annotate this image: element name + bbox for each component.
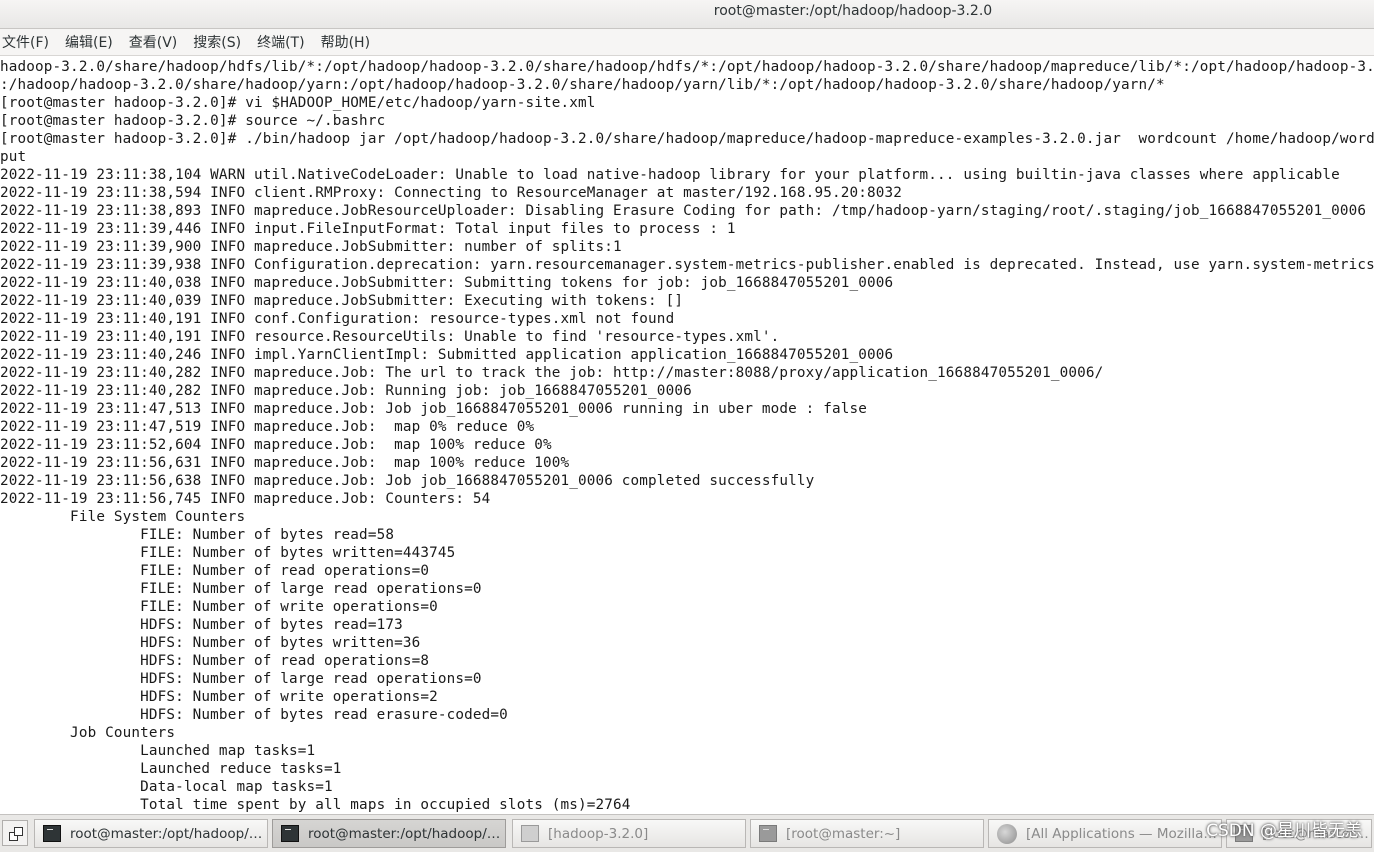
terminal-line: Data-local map tasks=1 [0,779,333,795]
terminal-line: 2022-11-19 23:11:40,191 INFO conf.Config… [0,311,675,327]
terminal-line: 2022-11-19 23:11:40,038 INFO mapreduce.J… [0,275,894,291]
taskbar-item-label: [root@master:~] [786,825,901,842]
firefox-icon [997,823,1017,844]
terminal-line: FILE: Number of bytes read=58 [0,527,395,543]
terminal-line: HDFS: Number of write operations=2 [0,689,438,705]
menubar: 文件(F) 编辑(E) 查看(V) 搜索(S) 终端(T) 帮助(H) [0,29,1374,56]
terminal-line: [root@master hadoop-3.2.0]# source ~/.ba… [0,113,386,129]
folder-icon [521,825,539,842]
terminal-line: 2022-11-19 23:11:40,246 INFO impl.YarnCl… [0,347,894,363]
terminal-line: 2022-11-19 23:11:39,900 INFO mapreduce.J… [0,239,622,255]
taskbar-item-terminal-2[interactable]: root@master:/opt/hadoop/had… [272,819,506,848]
taskbar-item-file-manager[interactable]: [hadoop-3.2.0] [512,819,746,848]
taskbar-item-label: root@master:/opt/hadoop/ha… [70,825,267,842]
terminal-line: 2022-11-19 23:11:38,104 WARN util.Native… [0,167,1340,183]
terminal-line: [root@master hadoop-3.2.0]# ./bin/hadoop… [0,131,1374,147]
terminal-line: 2022-11-19 23:11:56,638 INFO mapreduce.J… [0,473,815,489]
terminal-line: 2022-11-19 23:11:47,513 INFO mapreduce.J… [0,401,867,417]
terminal-line: 2022-11-19 23:11:47,519 INFO mapreduce.J… [0,419,535,435]
terminal-line: File System Counters [0,509,246,525]
terminal-icon [43,825,61,842]
taskbar-item-terminal-1[interactable]: root@master:/opt/hadoop/ha… [34,819,268,848]
terminal-line: 2022-11-19 23:11:40,191 INFO resource.Re… [0,329,780,345]
terminal-line: 2022-11-19 23:11:52,604 INFO mapreduce.J… [0,437,552,453]
terminal-icon [759,825,777,842]
terminal-line: Job Counters [0,725,176,741]
window-stack-icon-front [14,827,23,836]
terminal-line: 2022-11-19 23:11:56,745 INFO mapreduce.J… [0,491,491,507]
terminal-line: 2022-11-19 23:11:56,631 INFO mapreduce.J… [0,455,570,471]
menu-help[interactable]: 帮助(H) [319,32,378,52]
terminal-line: 2022-11-19 23:11:39,446 INFO input.FileI… [0,221,736,237]
terminal-line: FILE: Number of read operations=0 [0,563,430,579]
terminal-line: FILE: Number of bytes written=443745 [0,545,456,561]
menu-file[interactable]: 文件(F) [0,32,57,52]
terminal-line: Total time spent by all maps in occupied… [0,797,631,813]
taskbar-item-label: [hadoop-3.2.0] [548,825,649,842]
terminal-line: :/hadoop/hadoop-3.2.0/share/hadoop/yarn:… [0,77,1165,93]
taskbar-item-label: [All Applications — Mozilla Fi… [1026,825,1221,842]
taskbar: root@master:/opt/hadoop/ha… root@master:… [0,814,1374,852]
menu-terminal[interactable]: 终端(T) [255,32,312,52]
terminal-line: Launched reduce tasks=1 [0,761,342,777]
taskbar-item-firefox[interactable]: [All Applications — Mozilla Fi… [988,819,1222,848]
terminal-line: HDFS: Number of read operations=8 [0,653,430,669]
terminal-line: 2022-11-19 23:11:40,282 INFO mapreduce.J… [0,383,692,399]
terminal-line: HDFS: Number of bytes read erasure-coded… [0,707,508,723]
taskbar-item-terminal-3[interactable]: [root@master:~] [750,819,984,848]
terminal-output[interactable]: hadoop-3.2.0/share/hadoop/hdfs/lib/*:/op… [0,58,1374,814]
taskbar-item-label: root@master:/opt/hadoop/had… [308,825,505,842]
terminal-line: 2022-11-19 23:11:38,893 INFO mapreduce.J… [0,203,1367,219]
terminal-line: HDFS: Number of bytes written=36 [0,635,421,651]
terminal-icon [281,825,299,842]
terminal-line: FILE: Number of write operations=0 [0,599,438,615]
terminal-line: Launched map tasks=1 [0,743,316,759]
terminal-line: 2022-11-19 23:11:40,039 INFO mapreduce.J… [0,293,684,309]
terminal-line: put [0,149,27,165]
menu-view[interactable]: 查看(V) [127,32,186,52]
window-titlebar[interactable]: root@master:/opt/hadoop/hadoop-3.2.0 [0,0,1374,29]
terminal-line: HDFS: Number of bytes read=173 [0,617,403,633]
watermark: CSDN @星川皆无恙 [1206,821,1362,841]
show-desktop-button[interactable] [2,820,28,846]
menu-search[interactable]: 搜索(S) [191,32,249,52]
menu-edit[interactable]: 编辑(E) [63,32,121,52]
terminal-line: [root@master hadoop-3.2.0]# vi $HADOOP_H… [0,95,596,111]
terminal-line: 2022-11-19 23:11:40,282 INFO mapreduce.J… [0,365,1104,381]
terminal-line: FILE: Number of large read operations=0 [0,581,482,597]
window-title: root@master:/opt/hadoop/hadoop-3.2.0 [713,3,993,19]
terminal-line: 2022-11-19 23:11:38,594 INFO client.RMPr… [0,185,903,201]
terminal-line: HDFS: Number of large read operations=0 [0,671,482,687]
terminal-line: hadoop-3.2.0/share/hadoop/hdfs/lib/*:/op… [0,59,1374,75]
terminal-line: 2022-11-19 23:11:39,938 INFO Configurati… [0,257,1374,273]
